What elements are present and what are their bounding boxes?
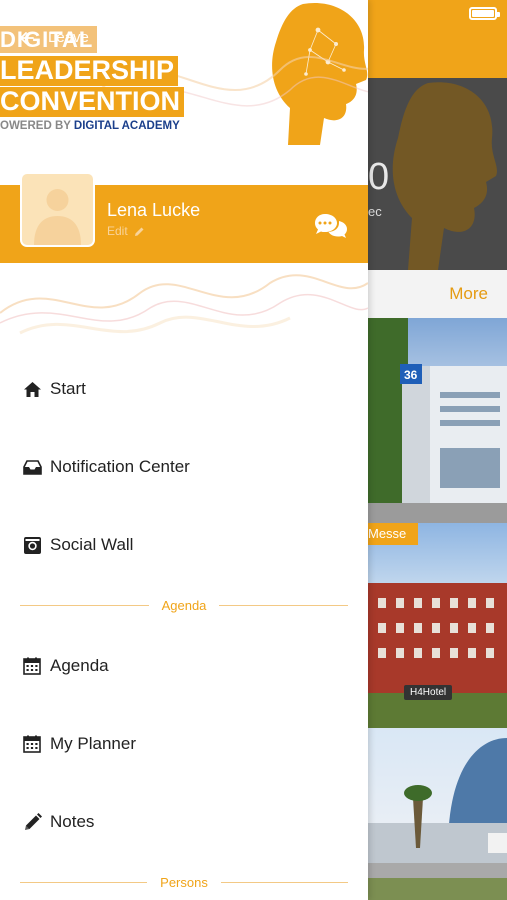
inbox-icon bbox=[22, 457, 42, 477]
more-row: More bbox=[368, 270, 507, 318]
logo-header: DIGITAL LEADERSHIP CONVENTION OWERED BY … bbox=[0, 0, 368, 185]
building-illustration: 36 bbox=[368, 318, 507, 523]
venue-image-arena[interactable] bbox=[368, 728, 507, 900]
home-icon bbox=[22, 379, 42, 399]
profile-edit-link[interactable]: Edit bbox=[107, 224, 145, 238]
venue-tag: Messe bbox=[368, 523, 419, 545]
svg-text:36: 36 bbox=[404, 368, 418, 382]
menu-item-label: Social Wall bbox=[50, 535, 134, 554]
side-drawer: DIGITAL LEADERSHIP CONVENTION OWERED BY … bbox=[0, 0, 368, 900]
logo-convention-text: CONVENTION bbox=[0, 87, 185, 117]
leave-label: Leave bbox=[48, 29, 89, 46]
background-top-bar bbox=[368, 0, 507, 78]
menu-item-social-wall[interactable]: Social Wall bbox=[0, 522, 368, 568]
menu-item-agenda[interactable]: Agenda bbox=[0, 643, 368, 689]
menu-item-label: Notification Center bbox=[50, 457, 190, 476]
menu-item-start[interactable]: Start bbox=[0, 366, 368, 412]
venue-image-hotel[interactable]: Messe H4Hotel bbox=[368, 523, 507, 728]
menu-item-label: Agenda bbox=[50, 656, 109, 675]
menu-item-notes[interactable]: Notes bbox=[0, 799, 368, 845]
person-placeholder-icon bbox=[34, 189, 81, 245]
section-title: Persons bbox=[160, 874, 208, 890]
battery-icon bbox=[469, 7, 500, 20]
smoke-decoration-bottom bbox=[0, 263, 368, 348]
avatar[interactable] bbox=[20, 172, 95, 247]
pencil-icon bbox=[22, 812, 42, 832]
menu-item-label: Notes bbox=[50, 812, 95, 831]
calendar-icon bbox=[22, 656, 42, 676]
back-arrow-icon bbox=[20, 31, 34, 44]
menu-item-label: Start bbox=[50, 379, 86, 398]
logo-leadership-text: LEADERSHIP bbox=[0, 56, 179, 86]
camera-icon bbox=[22, 535, 42, 555]
edit-label: Edit bbox=[107, 224, 128, 238]
countdown-hero: 0 ec bbox=[368, 78, 507, 270]
pencil-icon bbox=[134, 227, 144, 236]
menu-item-label: My Planner bbox=[50, 734, 136, 753]
arena-illustration bbox=[368, 738, 507, 900]
chat-bubbles-icon bbox=[315, 214, 347, 238]
chat-button[interactable] bbox=[315, 212, 347, 245]
hotel-sign: H4Hotel bbox=[404, 685, 453, 700]
calendar-icon bbox=[22, 734, 42, 754]
venue-image-building[interactable]: 36 bbox=[368, 318, 507, 523]
section-divider-persons: Persons bbox=[20, 872, 349, 892]
powered-by-text: OWERED BY DIGITAL ACADEMY bbox=[0, 120, 180, 132]
leave-button[interactable]: Leave bbox=[20, 29, 89, 46]
section-title: Agenda bbox=[161, 597, 207, 613]
countdown-unit: ec bbox=[368, 204, 382, 219]
menu-item-notification-center[interactable]: Notification Center bbox=[0, 444, 368, 490]
section-divider-agenda: Agenda bbox=[20, 595, 349, 615]
more-link[interactable]: More bbox=[449, 284, 488, 304]
countdown-value: 0 bbox=[368, 156, 390, 198]
profile-name: Lena Lucke bbox=[107, 200, 201, 220]
menu-item-my-planner[interactable]: My Planner bbox=[0, 721, 368, 767]
